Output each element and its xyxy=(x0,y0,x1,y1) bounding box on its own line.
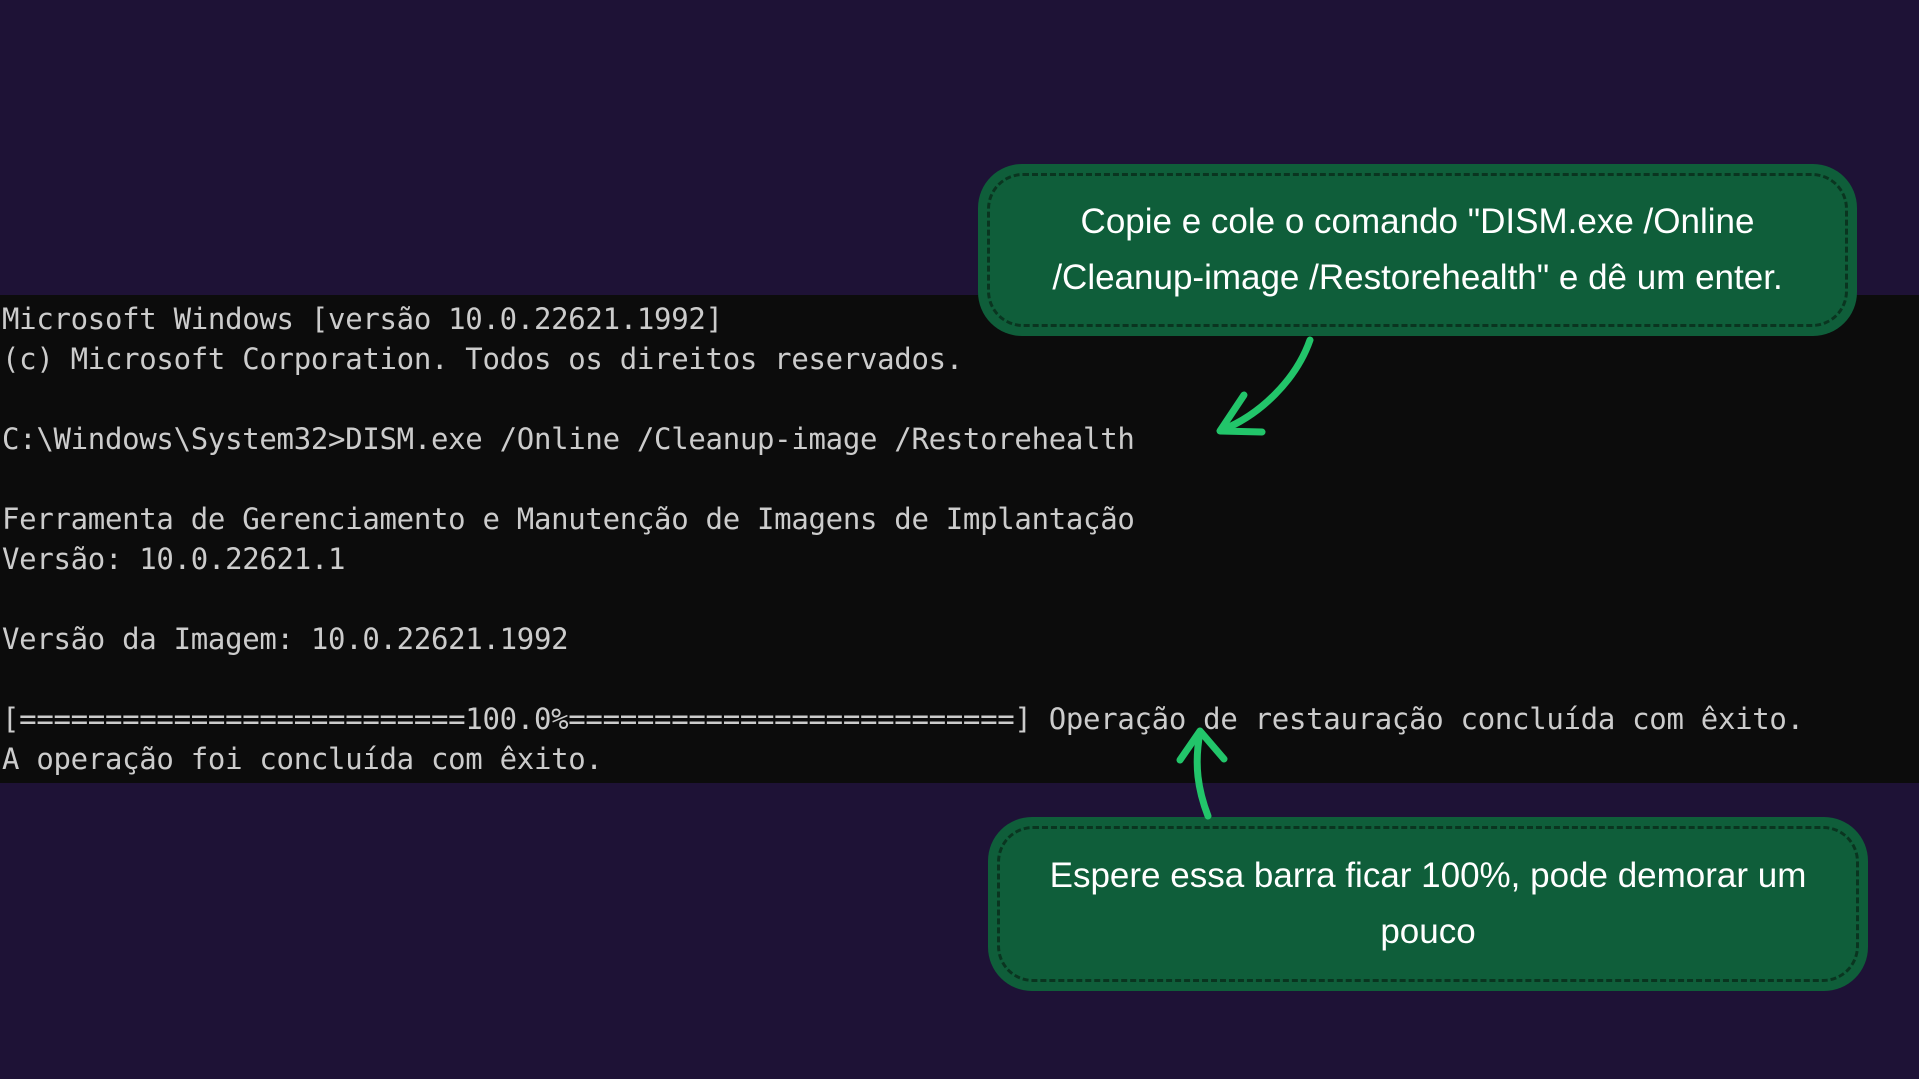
terminal-progress-bar: [==========================100.0%=======… xyxy=(2,702,1804,736)
callout-copy-command-line-2: /Cleanup-image /Restorehealth" e dê um e… xyxy=(1052,258,1783,297)
callout-copy-command-text: Copie e cole o comando "DISM.exe /Online… xyxy=(1038,194,1796,306)
terminal-command-line[interactable]: C:\Windows\System32>DISM.exe /Online /Cl… xyxy=(2,419,1804,459)
callout-wait-progress: Espere essa barra ficar 100%, pode demor… xyxy=(988,817,1868,991)
terminal-line-tool-version: Versão: 10.0.22621.1 xyxy=(2,542,346,576)
callout-copy-command: Copie e cole o comando "DISM.exe /Online… xyxy=(978,164,1857,336)
terminal-line-success: A operação foi concluída com êxito. xyxy=(2,742,603,776)
terminal-line-copyright: (c) Microsoft Corporation. Todos os dire… xyxy=(2,342,963,376)
terminal-line-tool-name: Ferramenta de Gerenciamento e Manutenção… xyxy=(2,502,1135,536)
callout-wait-progress-line-2: pouco xyxy=(1380,912,1476,951)
terminal-window[interactable]: Microsoft Windows [versão 10.0.22621.199… xyxy=(0,295,1919,783)
callout-wait-progress-text: Espere essa barra ficar 100%, pode demor… xyxy=(1036,848,1821,960)
terminal-output: Microsoft Windows [versão 10.0.22621.199… xyxy=(2,299,1804,779)
terminal-line-image-version: Versão da Imagem: 10.0.22621.1992 xyxy=(2,622,569,656)
callout-wait-progress-line-1: Espere essa barra ficar 100%, pode demor… xyxy=(1049,856,1807,895)
callout-copy-command-line-1: Copie e cole o comando "DISM.exe /Online xyxy=(1080,202,1755,241)
